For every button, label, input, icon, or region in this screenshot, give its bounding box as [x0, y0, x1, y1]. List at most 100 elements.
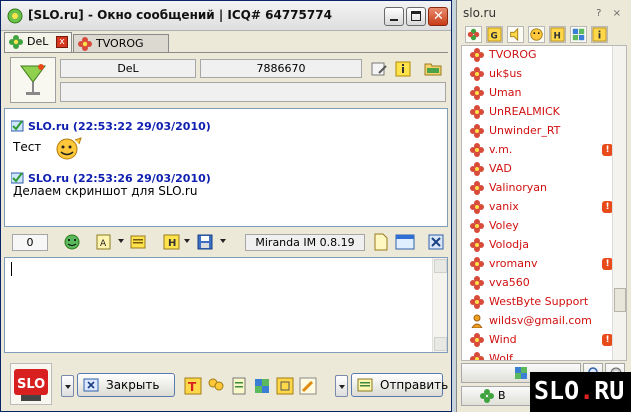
- status-label: В: [498, 389, 506, 402]
- contact-info-header: DeL 7886670: [4, 52, 448, 104]
- cocktail-avatar-icon: [20, 64, 46, 95]
- contact-name: vanix: [489, 200, 519, 213]
- minimize-button[interactable]: [384, 7, 404, 26]
- maximize-button[interactable]: [406, 7, 426, 26]
- send-icon: [357, 378, 373, 392]
- new-note-icon[interactable]: [371, 233, 391, 251]
- slo-logo-icon: SLO: [14, 369, 48, 401]
- puzzle-icon[interactable]: [570, 26, 587, 43]
- close-window-button[interactable]: ✕: [428, 7, 448, 26]
- scroll-thumb[interactable]: [614, 288, 626, 312]
- history-h-icon[interactable]: H: [549, 26, 566, 43]
- contact-name: Voley: [489, 219, 519, 232]
- edit-icon[interactable]: [299, 377, 317, 395]
- puzzle-icon[interactable]: [253, 377, 271, 395]
- chevron-down-icon[interactable]: [220, 239, 226, 243]
- contact-name: Volodja: [489, 238, 529, 251]
- sound-icon[interactable]: [507, 26, 524, 43]
- flower-online-icon: [9, 35, 23, 49]
- char-counter: 0: [12, 234, 48, 251]
- font-format-icon[interactable]: A: [94, 233, 114, 251]
- close-tab-icon[interactable]: [426, 233, 446, 251]
- status-button[interactable]: В: [461, 386, 533, 406]
- groups-g-icon[interactable]: G: [486, 26, 503, 43]
- user-details-icon[interactable]: [370, 60, 388, 78]
- window-title: [SLO.ru] - Окно сообщений | ICQ# 6477577…: [28, 8, 332, 22]
- notes-icon[interactable]: [230, 377, 248, 395]
- client-version-field: Miranda IM 0.8.19: [245, 234, 365, 251]
- history-h-icon[interactable]: H: [162, 233, 182, 251]
- status-message-field: [60, 82, 446, 102]
- flower-away-icon: [78, 37, 92, 51]
- toggle-layout-icon[interactable]: [395, 233, 415, 251]
- message-input[interactable]: [4, 257, 448, 353]
- svg-text:SLO: SLO: [17, 377, 45, 392]
- quote-icon[interactable]: [128, 233, 148, 251]
- chevron-down-icon: [65, 385, 71, 389]
- send-options-dropdown[interactable]: [335, 375, 348, 397]
- chevron-down-icon: [339, 385, 345, 389]
- text-format-icon[interactable]: T: [184, 377, 202, 395]
- message-toolbar: 0 A H Miranda IM 0.8.19: [4, 231, 448, 255]
- contact-name: Wind: [489, 333, 517, 346]
- smiley-icon[interactable]: [528, 26, 545, 43]
- contact-name: wildsv@gmail.com: [489, 314, 592, 327]
- send-button[interactable]: Отправить: [351, 373, 448, 397]
- history-folder-icon[interactable]: [424, 60, 442, 78]
- contact-name: WestByte Support: [489, 295, 589, 308]
- info-icon[interactable]: [591, 26, 608, 43]
- miranda-app-icon: [7, 8, 23, 24]
- flower-away-icon: [470, 200, 484, 214]
- tab-tvorog[interactable]: TVOROG: [73, 34, 169, 52]
- flower-away-icon: [470, 105, 484, 119]
- flower-away-icon: [470, 181, 484, 195]
- contact-name: vromanv: [489, 257, 538, 270]
- message-header: SLO.ru (22:53:22 29/03/2010): [11, 119, 211, 133]
- contact-uin-field: 7886670: [200, 59, 362, 78]
- chevron-down-icon[interactable]: [118, 239, 124, 243]
- svg-text:H: H: [554, 31, 561, 41]
- close-button[interactable]: Закрыть: [77, 373, 175, 397]
- flower-away-icon: [470, 48, 484, 62]
- contact-list-toolbar: G H: [459, 25, 630, 45]
- contact-list[interactable]: TVOROG uk$us Uman UnREALMICK Unwinder_RT v.m.…: [461, 45, 627, 361]
- contact-name: Uman: [489, 86, 522, 99]
- chevron-down-icon[interactable]: [184, 239, 190, 243]
- svg-text:A: A: [100, 239, 107, 249]
- contact-name: uk$us: [489, 67, 523, 80]
- emoticon-button-icon[interactable]: [62, 233, 82, 251]
- save-icon[interactable]: [196, 233, 216, 251]
- contact-list-controls[interactable]: ? ×: [596, 8, 625, 19]
- contact-name: UnREALMICK: [489, 105, 560, 118]
- users-icon[interactable]: [207, 377, 225, 395]
- flower-away-icon: [470, 352, 484, 360]
- close-options-dropdown[interactable]: [61, 375, 74, 397]
- info-icon[interactable]: [394, 60, 412, 78]
- input-scrollbar[interactable]: [432, 258, 447, 352]
- contact-list-window: slo.ru ? × G H TVOROG uk$us Uman UnREALM…: [456, 0, 631, 412]
- flower-away-icon: [470, 238, 484, 252]
- tab-label: TVOROG: [96, 37, 144, 50]
- message-log[interactable]: SLO.ru (22:53:22 29/03/2010) Тест SLO.ru…: [4, 108, 448, 227]
- contact-list-scrollbar[interactable]: [612, 46, 626, 360]
- contact-list-title: slo.ru: [463, 6, 497, 20]
- tab-close-icon[interactable]: x: [56, 36, 68, 48]
- person-icon: [471, 314, 483, 328]
- avatar[interactable]: [10, 57, 56, 103]
- tab-del[interactable]: DeL x: [4, 32, 72, 52]
- svg-text:H: H: [168, 238, 176, 249]
- status-flower-icon[interactable]: [465, 26, 482, 43]
- flower-away-icon: [470, 276, 484, 290]
- fullscreen-icon[interactable]: [276, 377, 294, 395]
- bottom-button-bar: SLO Закрыть T Отправить: [4, 357, 448, 409]
- close-icon: [83, 378, 99, 392]
- title-bar[interactable]: [SLO.ru] - Окно сообщений | ICQ# 6477577…: [1, 1, 451, 31]
- contact-name: vva560: [489, 276, 530, 289]
- text-caret: [11, 262, 12, 276]
- scroll-up-arrow-icon[interactable]: [434, 259, 447, 273]
- slo-logo: SLO: [10, 363, 52, 405]
- scroll-down-arrow-icon[interactable]: [434, 337, 447, 351]
- contact-name: VAD: [489, 162, 512, 175]
- close-icon: ✕: [433, 9, 444, 24]
- flower-away-icon: [470, 333, 484, 347]
